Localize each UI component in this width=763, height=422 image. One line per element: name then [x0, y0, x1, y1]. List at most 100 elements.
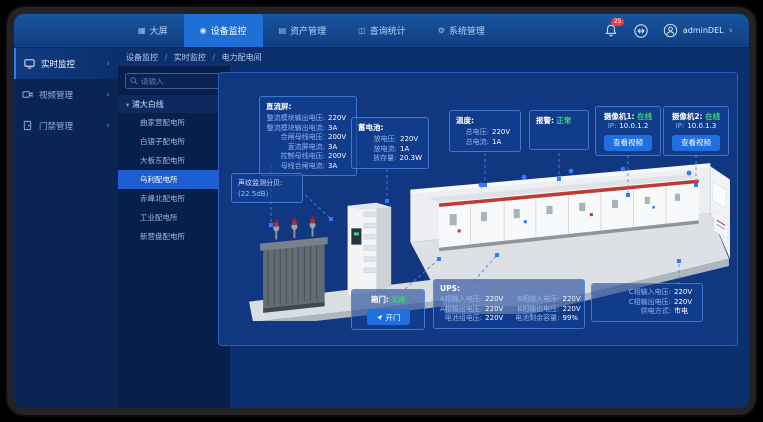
open-door-label: 开门: [386, 312, 401, 323]
tree-item[interactable]: 大板东配电所: [118, 151, 230, 170]
field-label: 整流模块输出电压:: [266, 114, 325, 124]
camera-title: 摄像机2:: [672, 112, 703, 121]
field-value: 220V: [563, 295, 585, 305]
breadcrumb-separator: /: [165, 53, 168, 62]
view-video-button-1[interactable]: 查看视频: [604, 135, 652, 151]
tab-label: 设备监控: [211, 24, 247, 37]
caret-down-icon: ▾: [126, 101, 129, 109]
camera2-panel: 摄像机2: 在线 IP: 10.0.1.3 查看视频: [663, 106, 729, 156]
field-label: 控制母线电压:: [266, 152, 325, 162]
temperature-panel: 温度: 总电压:220V 总电流:1A: [449, 110, 521, 152]
sidebar-item-label: 门禁管理: [39, 120, 73, 132]
notification-badge: 25: [611, 18, 625, 26]
field-value: 220V: [485, 305, 507, 315]
field-value: 220V: [674, 288, 696, 298]
dc-panel: 直流屏: 整流模块输出电压:220V 整流模块输出电流:3A 合闸母线电压:20…: [259, 96, 357, 176]
field-value: 99%: [563, 314, 585, 324]
camera-status: 在线: [637, 112, 652, 121]
field-value: 220V: [328, 114, 350, 124]
ip-label: IP:: [676, 122, 685, 132]
asset-icon: ▤: [279, 26, 287, 35]
field-label: B相输出电压:: [515, 305, 559, 315]
fullscreen-icon[interactable]: [633, 23, 649, 39]
panel-title: UPS:: [440, 284, 578, 293]
tree-item-selected[interactable]: 乌利配电所: [118, 170, 230, 189]
field-label: 电池剩余容量:: [515, 314, 559, 324]
field-label: A相输入电压:: [440, 295, 482, 305]
field-value: 220V: [674, 298, 696, 308]
tree-item[interactable]: 曲家营配电所: [118, 113, 230, 132]
search-icon: [130, 77, 138, 85]
tab-label: 查询统计: [370, 24, 406, 37]
gear-icon: ⚙: [438, 26, 445, 35]
ip-label: IP:: [608, 122, 617, 132]
sidebar-item-video-management[interactable]: 视频管理 ›: [14, 79, 118, 110]
sidebar-item-access-control[interactable]: 门禁管理 ›: [14, 110, 118, 141]
tree-item[interactable]: 新营盘配电所: [118, 227, 230, 246]
field-label: 总电压:: [456, 128, 489, 138]
breadcrumb-item[interactable]: 电力配电间: [222, 53, 262, 62]
left-sidebar: 实时监控 › 视频管理 › 门禁管理 ›: [14, 48, 118, 408]
open-door-button[interactable]: 开门: [367, 309, 410, 325]
tree-root-label: 浦大白线: [132, 100, 164, 109]
tab-equipment-monitor[interactable]: ◉ 设备监控: [184, 14, 263, 47]
chevron-right-icon: ›: [106, 90, 110, 100]
breadcrumb-item[interactable]: 实时监控: [174, 53, 206, 62]
sidebar-item-label: 实时监控: [41, 58, 75, 70]
tree-root-node[interactable]: ▾ 浦大白线: [118, 95, 230, 113]
view-video-button-2[interactable]: 查看视频: [672, 135, 720, 151]
field-label: 供电方式:: [598, 307, 671, 317]
phase-c-panel: C相输入电压:220V C相输出电压:220V 供电方式:市电: [591, 283, 703, 322]
sound-panel: 声纹监测分贝: (22.5dB): [231, 173, 303, 203]
tree-search-box: [125, 73, 223, 89]
breadcrumb-separator: /: [212, 53, 215, 62]
statistics-icon: ◫: [358, 26, 366, 35]
send-icon: [376, 314, 383, 321]
field-label: 放存量:: [358, 154, 396, 164]
field-label: 整流模块输出电流:: [266, 124, 325, 134]
chevron-right-icon: ›: [106, 121, 110, 131]
field-label: 放电压:: [358, 135, 397, 145]
tree-item[interactable]: 白银子配电所: [118, 132, 230, 151]
field-value: 220V: [485, 295, 507, 305]
field-value: 1A: [492, 138, 514, 148]
tree-search-input[interactable]: [141, 77, 218, 86]
field-label: 放电流:: [358, 145, 397, 155]
ip-value: 10.0.1.3: [687, 122, 716, 132]
dashboard-icon: ▦: [138, 26, 146, 35]
breadcrumb-item[interactable]: 设备监控: [126, 53, 158, 62]
field-value: 20.3W: [399, 154, 422, 164]
chevron-down-icon: ∨: [729, 27, 733, 34]
tab-asset-management[interactable]: ▤ 资产管理: [263, 14, 343, 47]
sound-label: 声纹监测分贝:: [238, 178, 296, 188]
sidebar-item-realtime-monitor[interactable]: 实时监控 ›: [14, 48, 118, 79]
field-value: 3A: [328, 143, 350, 153]
field-value: 200V: [328, 152, 350, 162]
alarm-panel: 报警: 正常: [529, 110, 589, 150]
sound-value: (22.5dB): [238, 190, 296, 198]
tree-item[interactable]: 赤峰北配电所: [118, 189, 230, 208]
tree-item[interactable]: 工业配电所: [118, 208, 230, 227]
field-value: 3A: [328, 124, 350, 134]
field-value: 1A: [400, 145, 422, 155]
top-navigation-bar: ▦ 大屏 ◉ 设备监控 ▤ 资产管理 ◫ 查询统计 ⚙ 系统管理: [14, 14, 749, 48]
ip-value: 10.0.1.2: [619, 122, 648, 132]
nav-tabs: ▦ 大屏 ◉ 设备监控 ▤ 资产管理 ◫ 查询统计 ⚙ 系统管理: [122, 14, 501, 47]
station-tree-panel: ▾ 浦大白线 曲家营配电所 白银子配电所 大板东配电所 乌利配电所 赤峰北配电所…: [118, 66, 230, 408]
field-value: 220V: [400, 135, 422, 145]
tab-system-management[interactable]: ⚙ 系统管理: [422, 14, 501, 47]
user-menu[interactable]: adminDEL ∨: [663, 23, 733, 38]
door-label: 箱门:: [371, 295, 389, 304]
field-value: 220V: [492, 128, 514, 138]
field-label: 直流屏电流:: [266, 143, 325, 153]
panel-title: 直流屏:: [266, 101, 350, 112]
power-room-canvas: 直流屏: 整流模块输出电压:220V 整流模块输出电流:3A 合闸母线电压:20…: [218, 72, 738, 346]
field-label: 电池组电压:: [440, 314, 482, 324]
battery-panel: 蓄电池: 放电压:220V 放电流:1A 放存量:20.3W: [351, 117, 429, 169]
notification-bell-icon[interactable]: 25: [603, 23, 619, 39]
field-label: C相输出电压:: [598, 298, 671, 308]
door-panel: 箱门: 关闭 开门: [351, 289, 425, 330]
tab-query-statistics[interactable]: ◫ 查询统计: [342, 14, 422, 47]
tab-large-screen[interactable]: ▦ 大屏: [122, 14, 184, 47]
door-icon: [22, 120, 33, 131]
